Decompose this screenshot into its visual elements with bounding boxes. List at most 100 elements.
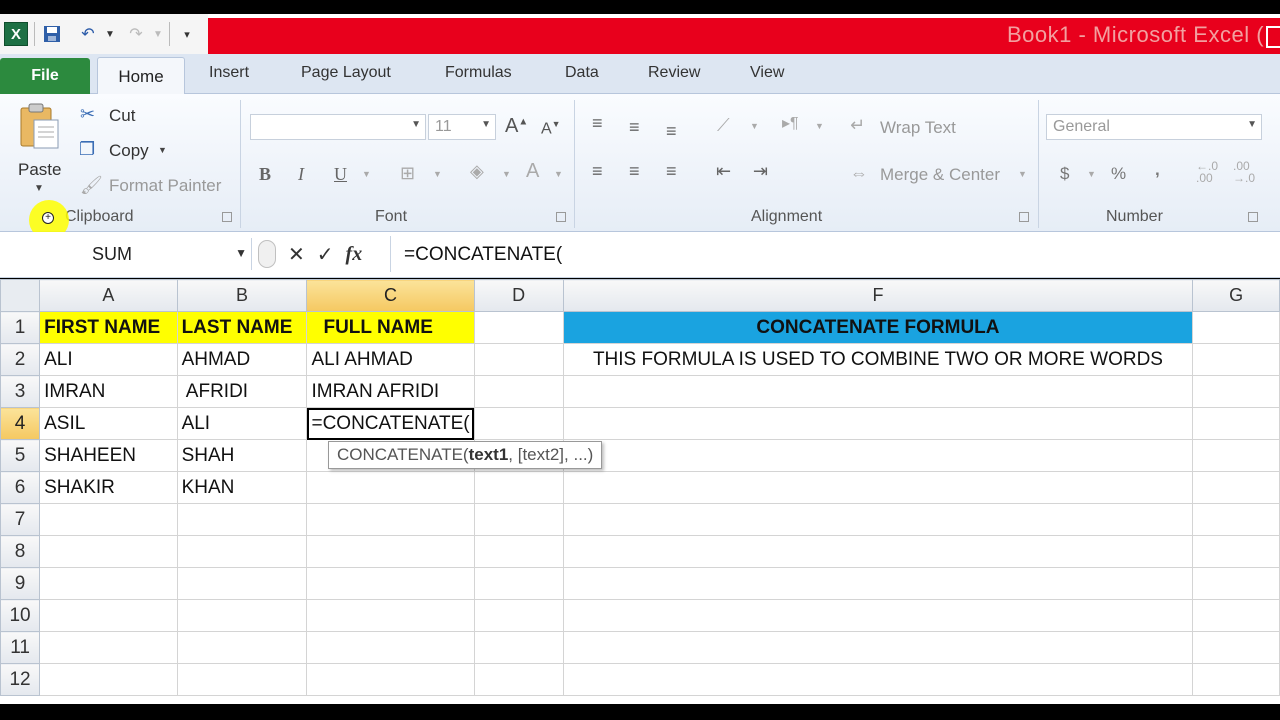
table-cell[interactable]: [176, 535, 308, 568]
shrink-font-icon[interactable]: A▼: [541, 120, 561, 137]
table-cell[interactable]: [39, 599, 178, 632]
tab-page-layout[interactable]: Page Layout: [301, 64, 391, 82]
currency-button[interactable]: $: [1060, 164, 1069, 184]
insert-function-icon[interactable]: fx: [346, 243, 363, 266]
row-header-2[interactable]: 2: [0, 343, 41, 376]
table-cell[interactable]: [306, 663, 475, 696]
table-cell[interactable]: [1192, 567, 1280, 600]
cell-f5[interactable]: [562, 439, 1194, 472]
tooltip-arg1[interactable]: text1: [469, 445, 509, 464]
table-cell[interactable]: [562, 599, 1194, 632]
excel-logo-icon[interactable]: X: [4, 22, 28, 46]
merge-center-dropdown-icon[interactable]: ▼: [1018, 170, 1027, 179]
table-cell[interactable]: [306, 631, 475, 664]
table-cell[interactable]: [1192, 663, 1280, 696]
borders-dropdown-icon[interactable]: ▼: [433, 170, 442, 179]
cell-c3[interactable]: IMRAN AFRIDI: [306, 375, 475, 408]
font-size-combo[interactable]: 11 ▼: [428, 114, 496, 140]
font-name-combo[interactable]: ▼: [250, 114, 426, 140]
merge-center-button[interactable]: Merge & Center: [880, 165, 1000, 185]
cell-d2[interactable]: [473, 343, 564, 376]
cell-b2[interactable]: AHMAD: [176, 343, 308, 376]
table-cell[interactable]: [562, 503, 1194, 536]
cell-g4[interactable]: [1192, 407, 1280, 440]
align-left-icon[interactable]: ≡: [592, 162, 603, 180]
row-header-4[interactable]: 4: [0, 407, 41, 440]
tab-insert[interactable]: Insert: [209, 64, 249, 82]
cell-b5[interactable]: SHAH: [176, 439, 308, 472]
text-direction-dropdown-icon[interactable]: ▼: [815, 122, 824, 131]
formula-bar-grip-icon[interactable]: [258, 240, 276, 268]
cell-g5[interactable]: [1192, 439, 1280, 472]
cell-f6[interactable]: [562, 471, 1194, 504]
undo-icon[interactable]: ↶: [75, 21, 101, 47]
align-bottom-icon[interactable]: ≡: [666, 122, 677, 140]
underline-dropdown-icon[interactable]: ▼: [362, 170, 371, 179]
table-cell[interactable]: [562, 663, 1194, 696]
table-cell[interactable]: [562, 631, 1194, 664]
cancel-icon[interactable]: ✕: [288, 242, 305, 267]
decrease-indent-icon[interactable]: ⇤: [716, 162, 731, 180]
cut-button[interactable]: Cut: [109, 106, 135, 126]
cell-g3[interactable]: [1192, 375, 1280, 408]
name-box-dropdown-icon[interactable]: ▼: [235, 246, 247, 260]
align-middle-icon[interactable]: ≡: [629, 118, 640, 136]
customize-qat-icon[interactable]: ▾: [174, 21, 200, 47]
redo-icon[interactable]: ↷: [123, 21, 149, 47]
paste-button[interactable]: Paste: [18, 160, 61, 180]
cell-d6[interactable]: [473, 471, 564, 504]
table-cell[interactable]: [306, 567, 475, 600]
table-cell[interactable]: [176, 567, 308, 600]
column-header-a[interactable]: A: [39, 279, 178, 312]
cell-c4-active[interactable]: =CONCATENATE(: [306, 407, 475, 440]
cell-d4[interactable]: [473, 407, 564, 440]
comma-button[interactable]: ,: [1155, 160, 1160, 180]
cell-a5[interactable]: SHAHEEN: [39, 439, 178, 472]
table-cell[interactable]: [176, 663, 308, 696]
row-header-3[interactable]: 3: [0, 375, 41, 408]
table-cell[interactable]: [39, 567, 178, 600]
align-right-icon[interactable]: ≡: [666, 162, 677, 180]
cell-a2[interactable]: ALI: [39, 343, 178, 376]
copy-dropdown-icon[interactable]: ▼: [158, 146, 167, 155]
wrap-text-button[interactable]: Wrap Text: [880, 118, 956, 138]
table-cell[interactable]: [176, 503, 308, 536]
format-painter-button[interactable]: Format Painter: [109, 176, 221, 196]
table-cell[interactable]: [1192, 503, 1280, 536]
decrease-decimal-icon[interactable]: .00 →.0: [1233, 160, 1255, 184]
cell-f4[interactable]: [562, 407, 1194, 440]
number-launcher-icon[interactable]: [1248, 212, 1258, 222]
row-header-10[interactable]: 10: [0, 599, 41, 632]
table-cell[interactable]: [473, 599, 564, 632]
number-format-dropdown-icon[interactable]: ▼: [1247, 119, 1257, 130]
table-cell[interactable]: [473, 631, 564, 664]
alignment-launcher-icon[interactable]: [1019, 212, 1029, 222]
font-launcher-icon[interactable]: [556, 212, 566, 222]
table-cell[interactable]: [562, 567, 1194, 600]
copy-button[interactable]: Copy: [109, 141, 149, 161]
cell-c2[interactable]: ALI AHMAD: [306, 343, 475, 376]
row-header-1[interactable]: 1: [0, 311, 41, 344]
text-direction-icon[interactable]: ▸¶: [782, 116, 799, 132]
table-cell[interactable]: [39, 535, 178, 568]
cell-g6[interactable]: [1192, 471, 1280, 504]
name-box[interactable]: SUM ▼: [2, 238, 252, 270]
align-top-icon[interactable]: ≡: [592, 114, 603, 132]
row-header-11[interactable]: 11: [0, 631, 41, 664]
font-size-dropdown-icon[interactable]: ▼: [481, 119, 491, 130]
cell-c1[interactable]: FULL NAME: [306, 311, 475, 344]
font-color-icon[interactable]: A: [526, 161, 539, 181]
increase-decimal-icon[interactable]: ←.0.00: [1196, 160, 1218, 184]
increase-indent-icon[interactable]: ⇥: [753, 162, 768, 180]
cell-b6[interactable]: KHAN: [176, 471, 308, 504]
clipboard-launcher-icon[interactable]: [222, 212, 232, 222]
orientation-dropdown-icon[interactable]: ▼: [750, 122, 759, 131]
number-format-combo[interactable]: General ▼: [1046, 114, 1262, 140]
cell-a4[interactable]: ASIL: [39, 407, 178, 440]
tab-data[interactable]: Data: [565, 64, 599, 82]
column-header-c[interactable]: C: [306, 279, 475, 312]
save-icon[interactable]: [39, 21, 65, 47]
cell-f2[interactable]: THIS FORMULA IS USED TO COMBINE TWO OR M…: [562, 343, 1194, 376]
cell-f1[interactable]: CONCATENATE FORMULA: [562, 311, 1194, 344]
paste-icon[interactable]: [18, 102, 62, 150]
